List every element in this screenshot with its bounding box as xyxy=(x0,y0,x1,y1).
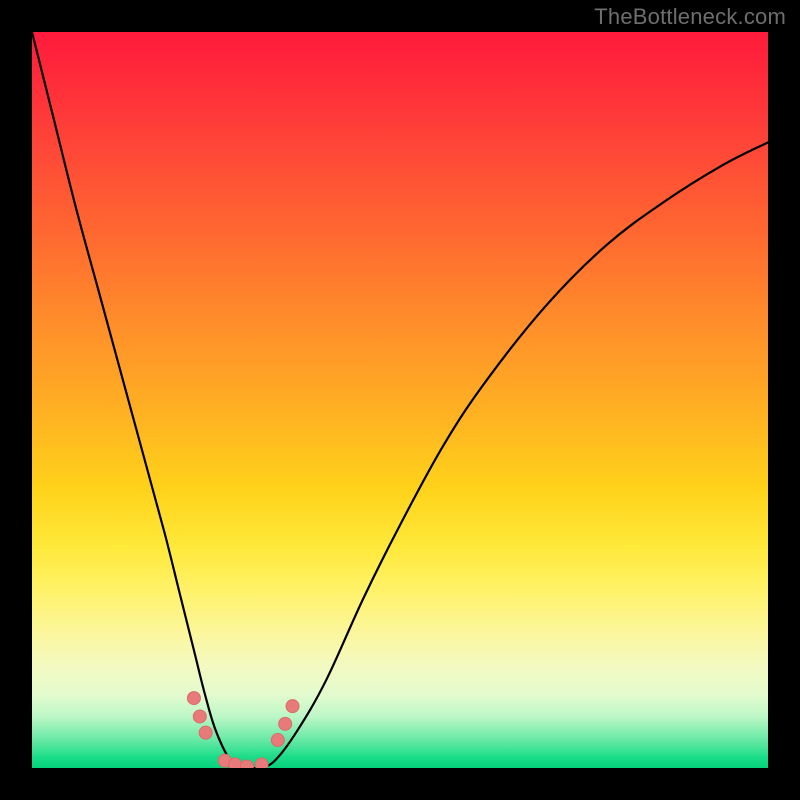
watermark-text: TheBottleneck.com xyxy=(594,4,786,30)
marker-pt-left-upper xyxy=(187,692,200,705)
marker-pt-right-upper xyxy=(286,700,299,713)
marker-pt-left-mid xyxy=(193,710,206,723)
marker-pt-left-lower xyxy=(199,726,212,739)
chart-frame: TheBottleneck.com xyxy=(0,0,800,800)
plot-area xyxy=(32,32,768,768)
marker-group xyxy=(187,692,299,768)
main-curve xyxy=(32,32,768,768)
marker-pt-bottom-3 xyxy=(240,760,253,768)
marker-pt-bottom-4 xyxy=(255,758,268,768)
marker-pt-right-lower xyxy=(271,734,284,747)
marker-pt-bottom-2 xyxy=(229,758,242,768)
curve-layer xyxy=(32,32,768,768)
marker-pt-right-mid xyxy=(279,717,292,730)
